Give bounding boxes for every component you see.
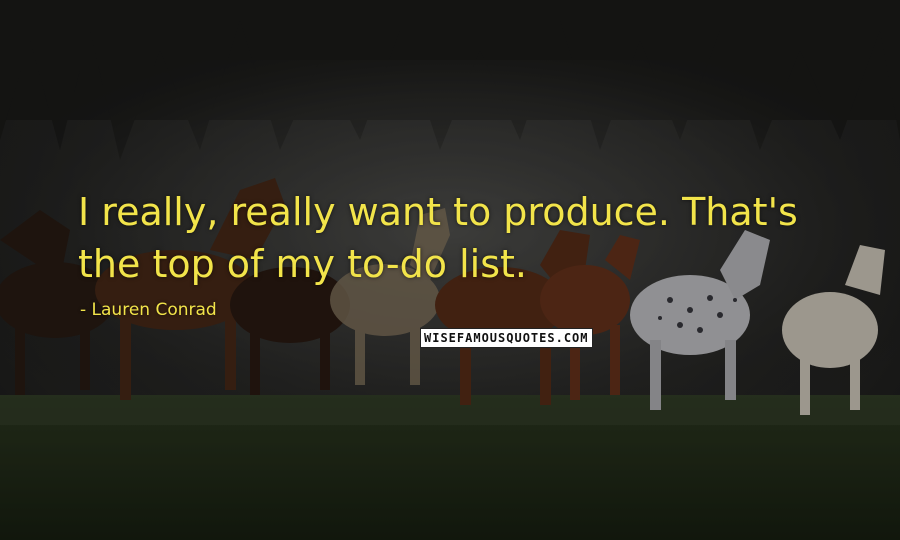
quote-author: - Lauren Conrad: [80, 300, 217, 320]
quote-text: I really, really want to produce. That's…: [78, 190, 798, 286]
watermark-logo: WISEFAMOUSQUOTES.COM: [420, 328, 593, 348]
quote-card: I really, really want to produce. That's…: [0, 0, 900, 540]
